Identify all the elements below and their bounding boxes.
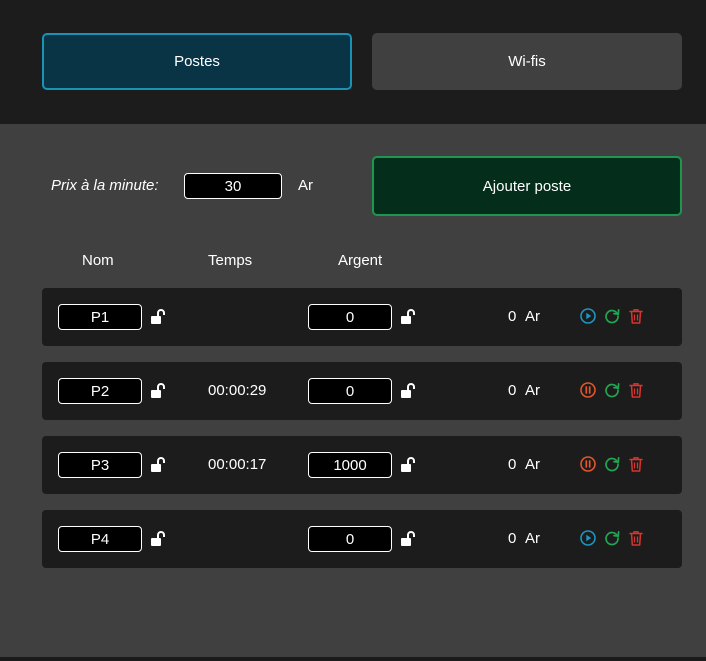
poste-money-input[interactable] — [308, 526, 392, 552]
unlocked-lock-icon[interactable] — [149, 530, 167, 548]
bottom-strip — [0, 657, 706, 661]
add-poste-button[interactable]: Ajouter poste — [372, 156, 682, 216]
trash-icon[interactable] — [627, 455, 645, 473]
unlocked-lock-icon[interactable] — [399, 382, 417, 400]
poste-amount-unit: Ar — [525, 308, 540, 325]
unlocked-lock-icon[interactable] — [149, 456, 167, 474]
unlocked-lock-icon[interactable] — [399, 456, 417, 474]
pause-icon[interactable] — [579, 455, 597, 473]
refresh-icon[interactable] — [603, 529, 621, 547]
tab-wifis[interactable]: Wi-fis — [372, 33, 682, 90]
poste-amount: 0 — [508, 456, 517, 473]
poste-amount: 0 — [508, 530, 517, 547]
refresh-icon[interactable] — [603, 455, 621, 473]
price-per-minute-label: Prix à la minute: — [51, 177, 159, 194]
poste-name-input[interactable] — [58, 304, 142, 330]
unlocked-lock-icon[interactable] — [149, 308, 167, 326]
column-header-temps: Temps — [208, 252, 253, 269]
poste-row-4: 0 Ar — [42, 510, 682, 568]
poste-amount-unit: Ar — [525, 530, 540, 547]
poste-name-input[interactable] — [58, 526, 142, 552]
poste-amount: 0 — [508, 382, 517, 399]
price-unit-label: Ar — [298, 177, 313, 194]
unlocked-lock-icon[interactable] — [149, 382, 167, 400]
poste-money-input[interactable] — [308, 452, 392, 478]
poste-time: 00:00:17 — [208, 456, 267, 473]
column-header-argent: Argent — [338, 252, 383, 269]
poste-name-input[interactable] — [58, 452, 142, 478]
trash-icon[interactable] — [627, 381, 645, 399]
poste-amount-unit: Ar — [525, 382, 540, 399]
poste-money-input[interactable] — [308, 304, 392, 330]
poste-row-1: 0 Ar — [42, 288, 682, 346]
play-icon[interactable] — [579, 307, 597, 325]
column-header-nom: Nom — [82, 252, 114, 269]
pause-icon[interactable] — [579, 381, 597, 399]
poste-row-3: 00:00:17 0 Ar — [42, 436, 682, 494]
poste-row-2: 00:00:29 0 Ar — [42, 362, 682, 420]
trash-icon[interactable] — [627, 529, 645, 547]
poste-name-input[interactable] — [58, 378, 142, 404]
play-icon[interactable] — [579, 529, 597, 547]
price-per-minute-input[interactable] — [184, 173, 282, 199]
unlocked-lock-icon[interactable] — [399, 308, 417, 326]
refresh-icon[interactable] — [603, 381, 621, 399]
unlocked-lock-icon[interactable] — [399, 530, 417, 548]
top-bar: Postes Wi-fis — [0, 0, 706, 124]
poste-amount: 0 — [508, 308, 517, 325]
refresh-icon[interactable] — [603, 307, 621, 325]
poste-money-input[interactable] — [308, 378, 392, 404]
poste-time: 00:00:29 — [208, 382, 267, 399]
tab-postes[interactable]: Postes — [42, 33, 352, 90]
trash-icon[interactable] — [627, 307, 645, 325]
poste-amount-unit: Ar — [525, 456, 540, 473]
